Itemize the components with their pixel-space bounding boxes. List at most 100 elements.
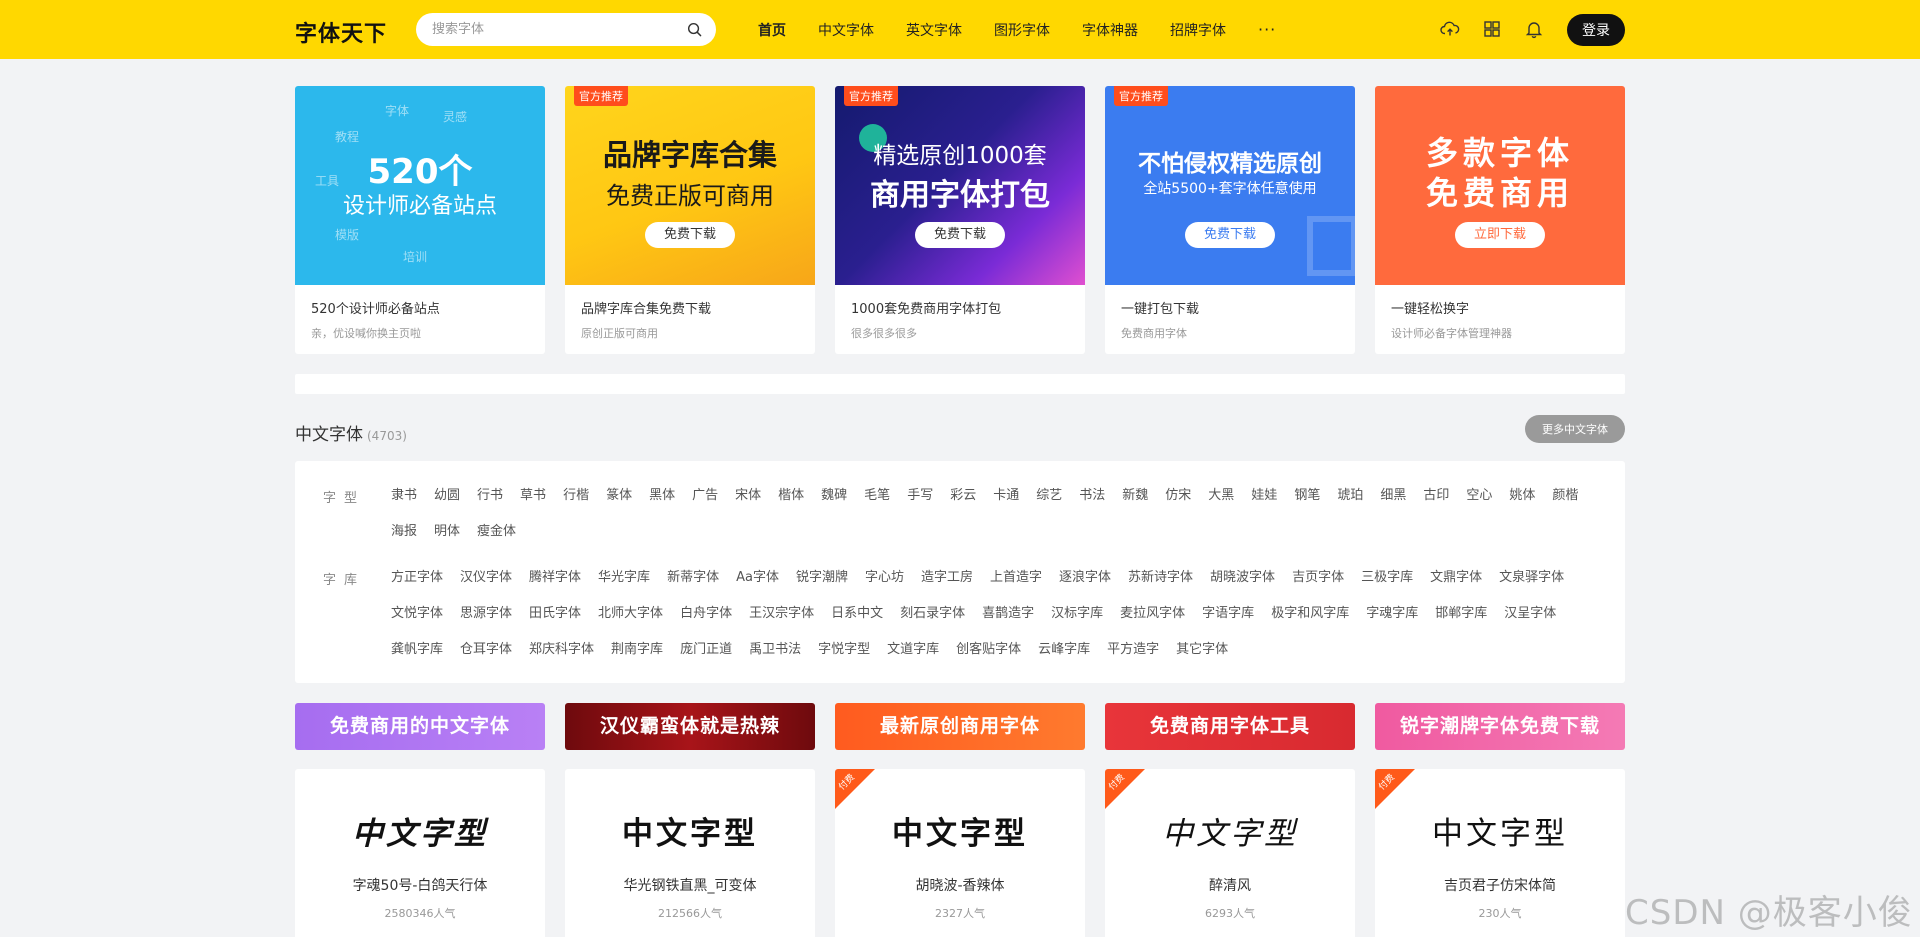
filter-tag[interactable]: 瘦金体: [477, 523, 516, 559]
filter-tag[interactable]: 楷体: [778, 487, 804, 523]
filter-tag[interactable]: 篆体: [606, 487, 632, 523]
filter-tag[interactable]: 草书: [520, 487, 546, 523]
nav-english-fonts[interactable]: 英文字体: [906, 20, 962, 40]
nav-home[interactable]: 首页: [758, 20, 786, 40]
filter-tag[interactable]: 锐字潮牌: [796, 569, 848, 605]
filter-tag[interactable]: 字语字库: [1202, 605, 1254, 641]
theme-banner[interactable]: 最新原创商用字体: [835, 703, 1085, 750]
nav-chinese-fonts[interactable]: 中文字体: [818, 20, 874, 40]
cloud-upload-icon[interactable]: [1440, 19, 1460, 39]
theme-banner[interactable]: 免费商用字体工具: [1105, 703, 1355, 750]
nav-more[interactable]: ···: [1258, 20, 1276, 39]
filter-tag[interactable]: 仓耳字体: [460, 641, 512, 677]
filter-tag[interactable]: 文道字库: [887, 641, 939, 677]
filter-tag[interactable]: 字魂字库: [1366, 605, 1418, 641]
filter-tag[interactable]: 汉仪字体: [460, 569, 512, 605]
font-card[interactable]: 付费 中文字型 胡晓波-香辣体 2327人气: [835, 769, 1085, 937]
filter-tag[interactable]: 文鼎字体: [1430, 569, 1482, 605]
filter-tag[interactable]: 汉标字库: [1051, 605, 1103, 641]
filter-tag[interactable]: 喜鹊造字: [982, 605, 1034, 641]
banner-card-1[interactable]: 教程 字体 灵感 工具 模版 培训 520个 设计师必备站点 520个设计师必备…: [295, 86, 545, 354]
filter-tag[interactable]: 大黑: [1208, 487, 1234, 523]
filter-tag[interactable]: 明体: [434, 523, 460, 559]
banner-download-button[interactable]: 免费下载: [915, 222, 1005, 248]
banner-download-button[interactable]: 免费下载: [645, 222, 735, 248]
filter-tag[interactable]: 麦拉风字体: [1120, 605, 1185, 641]
filter-tag[interactable]: 华光字库: [598, 569, 650, 605]
filter-tag[interactable]: 北师大字体: [598, 605, 663, 641]
nav-font-tools[interactable]: 字体神器: [1082, 20, 1138, 40]
filter-tag[interactable]: 吉页字体: [1292, 569, 1344, 605]
theme-banner[interactable]: 锐字潮牌字体免费下载: [1375, 703, 1625, 750]
banner-card-2[interactable]: 官方推荐 品牌字库合集 免费正版可商用 免费下载 品牌字库合集免费下载 原创正版…: [565, 86, 815, 354]
search-input[interactable]: [416, 13, 666, 46]
filter-tag[interactable]: 极字和风字库: [1271, 605, 1349, 641]
font-card[interactable]: 中文字型 字魂50号-白鸽天行体 2580346人气: [295, 769, 545, 937]
filter-tag[interactable]: 三极字库: [1361, 569, 1413, 605]
filter-tag[interactable]: 荆南字库: [611, 641, 663, 677]
filter-tag[interactable]: 禹卫书法: [749, 641, 801, 677]
filter-tag[interactable]: 平方造字: [1107, 641, 1159, 677]
filter-tag[interactable]: 毛笔: [864, 487, 890, 523]
bell-icon[interactable]: [1524, 19, 1544, 39]
font-card[interactable]: 付费 中文字型 醉清风 6293人气: [1105, 769, 1355, 937]
filter-tag[interactable]: 行书: [477, 487, 503, 523]
filter-tag[interactable]: 白舟字体: [680, 605, 732, 641]
filter-tag[interactable]: 手写: [907, 487, 933, 523]
filter-tag[interactable]: 海报: [391, 523, 417, 559]
filter-tag[interactable]: 卡通: [993, 487, 1019, 523]
filter-tag[interactable]: 钢笔: [1294, 487, 1320, 523]
filter-tag[interactable]: 胡晓波字体: [1210, 569, 1275, 605]
filter-tag[interactable]: 文悦字体: [391, 605, 443, 641]
banner-card-5[interactable]: 多款字体 免费商用 立即下载 一键轻松换字 设计师必备字体管理神器: [1375, 86, 1625, 354]
filter-tag[interactable]: 宋体: [735, 487, 761, 523]
filter-tag[interactable]: 思源字体: [460, 605, 512, 641]
filter-tag[interactable]: 书法: [1079, 487, 1105, 523]
filter-tag[interactable]: 云峰字库: [1038, 641, 1090, 677]
filter-tag[interactable]: 行楷: [563, 487, 589, 523]
banner-card-3[interactable]: 官方推荐 精选原创1000套 商用字体打包 免费下载 1000套免费商用字体打包…: [835, 86, 1085, 354]
font-card[interactable]: 中文字型 华光钢铁直黑_可变体 212566人气: [565, 769, 815, 937]
filter-tag[interactable]: 字悦字型: [818, 641, 870, 677]
filter-tag[interactable]: 姚体: [1509, 487, 1535, 523]
filter-tag[interactable]: 造字工房: [921, 569, 973, 605]
filter-tag[interactable]: 仿宋: [1165, 487, 1191, 523]
filter-tag[interactable]: 其它字体: [1176, 641, 1228, 677]
filter-tag[interactable]: 彩云: [950, 487, 976, 523]
filter-tag[interactable]: 文泉驿字体: [1499, 569, 1564, 605]
filter-tag[interactable]: 字心坊: [865, 569, 904, 605]
filter-tag[interactable]: 幼圆: [434, 487, 460, 523]
filter-tag[interactable]: 魏碑: [821, 487, 847, 523]
filter-tag[interactable]: 细黑: [1380, 487, 1406, 523]
filter-tag[interactable]: 田氏字体: [529, 605, 581, 641]
filter-tag[interactable]: 颜楷: [1552, 487, 1578, 523]
filter-tag[interactable]: Aa字体: [736, 569, 779, 605]
filter-tag[interactable]: 黑体: [649, 487, 675, 523]
filter-tag[interactable]: 逐浪字体: [1059, 569, 1111, 605]
filter-tag[interactable]: 古印: [1423, 487, 1449, 523]
filter-tag[interactable]: 娃娃: [1251, 487, 1277, 523]
filter-tag[interactable]: 广告: [692, 487, 718, 523]
filter-tag[interactable]: 王汉宗字体: [749, 605, 814, 641]
filter-tag[interactable]: 刻石录字体: [900, 605, 965, 641]
login-button[interactable]: 登录: [1567, 14, 1625, 46]
banner-card-4[interactable]: 官方推荐 不怕侵权精选原创 全站5500+套字体任意使用 免费下载 一键打包下载…: [1105, 86, 1355, 354]
filter-tag[interactable]: 空心: [1466, 487, 1492, 523]
filter-tag[interactable]: 郑庆科字体: [529, 641, 594, 677]
theme-banner[interactable]: 免费商用的中文字体: [295, 703, 545, 750]
nav-sign-fonts[interactable]: 招牌字体: [1170, 20, 1226, 40]
filter-tag[interactable]: 新蒂字体: [667, 569, 719, 605]
filter-tag[interactable]: 腾祥字体: [529, 569, 581, 605]
filter-tag[interactable]: 日系中文: [831, 605, 883, 641]
filter-tag[interactable]: 龚帆字库: [391, 641, 443, 677]
font-card[interactable]: 付费 中文字型 吉页君子仿宋体简 230人气: [1375, 769, 1625, 937]
filter-tag[interactable]: 琥珀: [1337, 487, 1363, 523]
filter-tag[interactable]: 方正字体: [391, 569, 443, 605]
filter-tag[interactable]: 新魏: [1122, 487, 1148, 523]
nav-graphic-fonts[interactable]: 图形字体: [994, 20, 1050, 40]
search-icon[interactable]: [687, 22, 702, 37]
filter-tag[interactable]: 隶书: [391, 487, 417, 523]
banner-download-button[interactable]: 免费下载: [1185, 222, 1275, 248]
filter-tag[interactable]: 综艺: [1036, 487, 1062, 523]
filter-tag[interactable]: 苏新诗字体: [1128, 569, 1193, 605]
